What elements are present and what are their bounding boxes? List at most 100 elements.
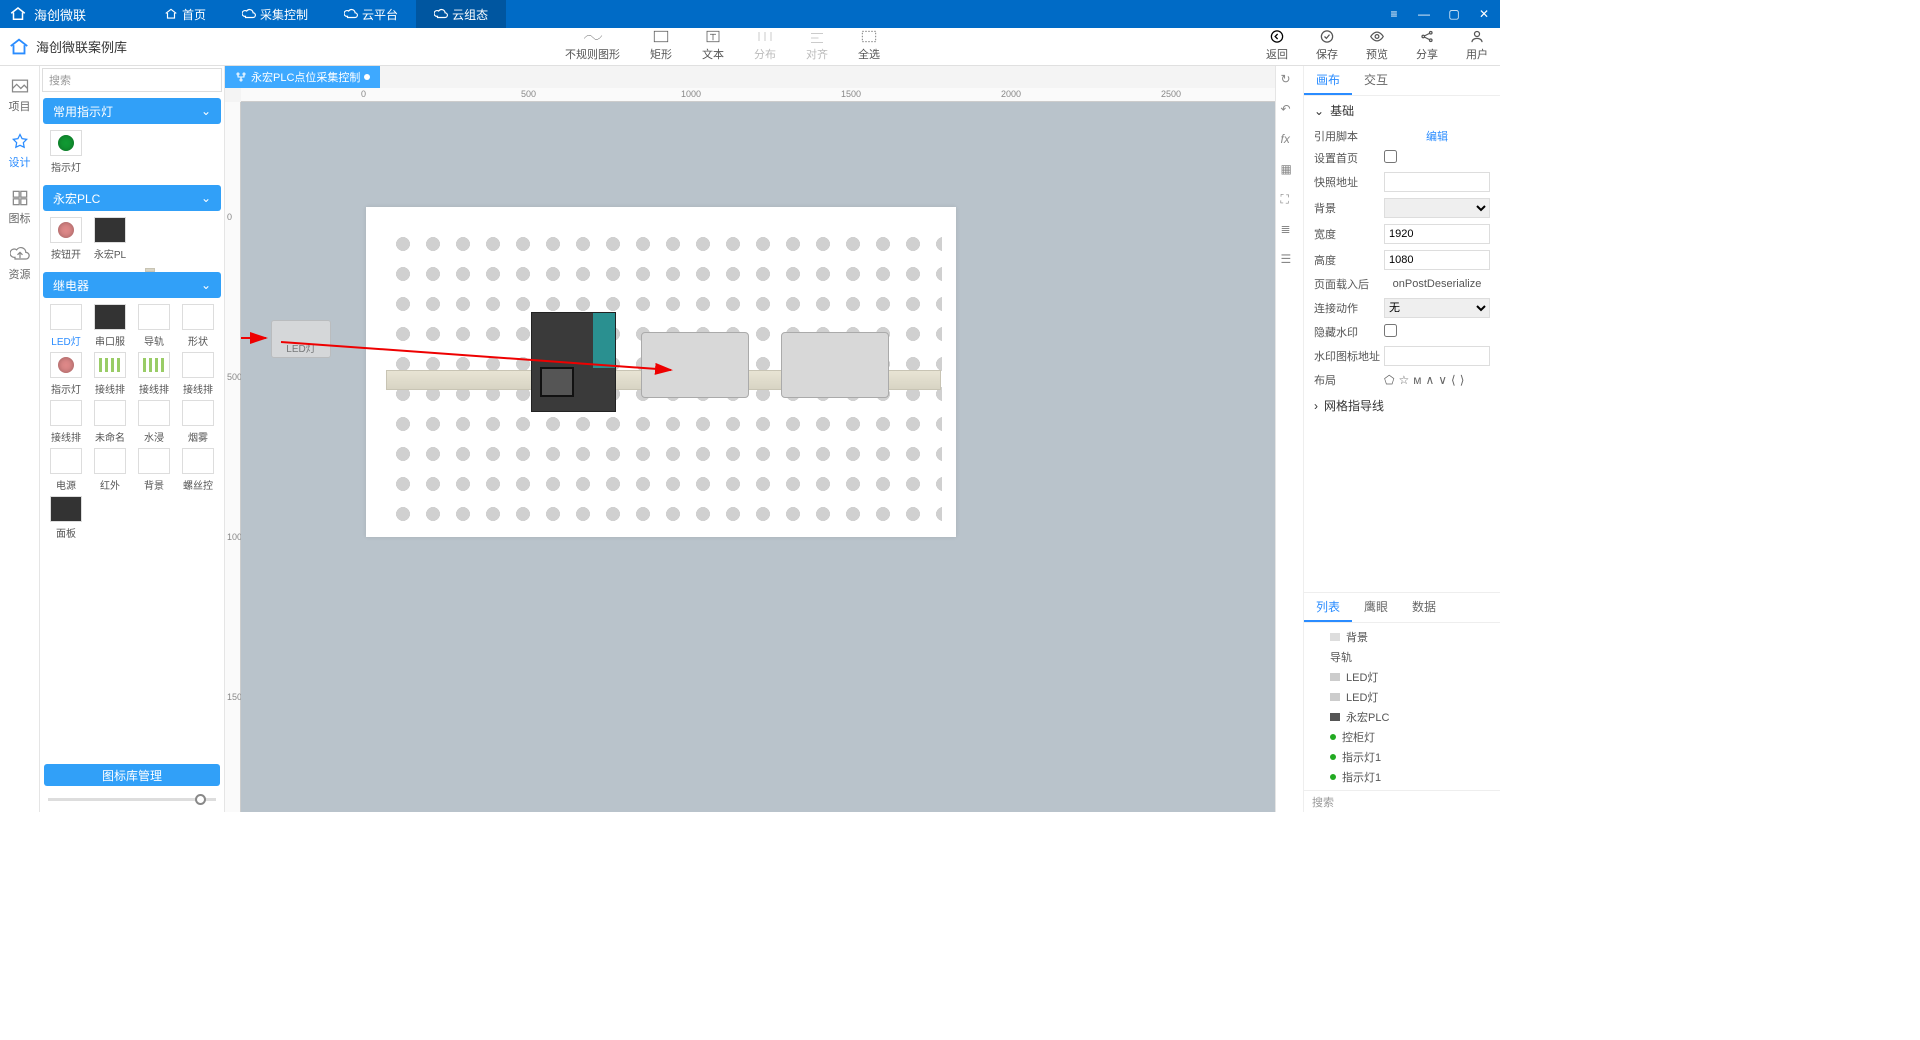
lib-thumb-icon: [50, 496, 82, 522]
lib-thumb-icon: [94, 304, 126, 330]
tool-distribute[interactable]: 分布: [754, 29, 776, 65]
onload-value[interactable]: onPostDeserialize: [1393, 278, 1482, 290]
lowtab-list[interactable]: 列表: [1304, 593, 1352, 622]
hidewm-checkbox[interactable]: [1384, 324, 1397, 337]
lib-item[interactable]: 电源: [46, 448, 86, 492]
tool-rect[interactable]: 矩形: [650, 29, 672, 65]
lib-item[interactable]: 螺丝控: [178, 448, 218, 492]
layers-icon[interactable]: ≣: [1281, 222, 1299, 240]
lib-item[interactable]: 接线排: [178, 352, 218, 396]
grid-toggle-icon[interactable]: ▦: [1281, 162, 1299, 180]
tool-share[interactable]: 分享: [1416, 29, 1438, 65]
rect-icon: [651, 29, 671, 44]
lib-item[interactable]: 接线排: [134, 352, 174, 396]
lib-item[interactable]: LED灯: [46, 304, 86, 348]
lib-item[interactable]: 烟雾: [178, 400, 218, 444]
lib-button[interactable]: 按钮开: [46, 217, 86, 261]
wmurl-input[interactable]: [1384, 346, 1490, 366]
grid-icon: [10, 188, 30, 208]
tool-text[interactable]: 文本: [702, 29, 724, 65]
menu-home[interactable]: 首页: [146, 0, 224, 28]
lib-item[interactable]: 未命名: [90, 400, 130, 444]
distribute-icon: [755, 29, 775, 44]
width-input[interactable]: [1384, 224, 1490, 244]
tree-node[interactable]: 背景: [1312, 627, 1492, 647]
category-relay[interactable]: 继电器 ⌄: [43, 272, 221, 298]
tree-node[interactable]: 指示灯1: [1312, 767, 1492, 787]
height-input[interactable]: [1384, 250, 1490, 270]
fullscreen-icon[interactable]: ⛶: [1281, 192, 1299, 210]
lib-item[interactable]: 导轨: [134, 304, 174, 348]
tree-search[interactable]: 搜索: [1304, 790, 1500, 812]
rail-design[interactable]: 设计: [9, 132, 31, 170]
menu-icon[interactable]: ≡: [1386, 6, 1402, 22]
tool-user[interactable]: 用户: [1466, 29, 1488, 65]
tool-save[interactable]: 保存: [1316, 29, 1338, 65]
tab-interact[interactable]: 交互: [1352, 66, 1400, 95]
library-manage-button[interactable]: 图标库管理: [44, 764, 220, 786]
undo-icon[interactable]: ↶: [1281, 102, 1299, 120]
homepage-checkbox[interactable]: [1384, 150, 1397, 163]
tree-node[interactable]: 控柜灯: [1312, 727, 1492, 747]
connaction-select[interactable]: 无: [1384, 298, 1490, 318]
rail-icons[interactable]: 图标: [9, 188, 31, 226]
background-select[interactable]: [1384, 198, 1490, 218]
tree-node[interactable]: 指示灯1: [1312, 747, 1492, 767]
tree-node[interactable]: LED灯: [1312, 667, 1492, 687]
star-icon: [10, 132, 30, 152]
tree-node[interactable]: LED灯: [1312, 687, 1492, 707]
lib-item[interactable]: 接线排: [46, 400, 86, 444]
lib-item[interactable]: 接线排: [90, 352, 130, 396]
lib-item[interactable]: 红外: [90, 448, 130, 492]
lib-item[interactable]: 形状: [178, 304, 218, 348]
led-box-2[interactable]: [781, 332, 889, 398]
section-basic[interactable]: ⌄ 基础: [1304, 96, 1500, 125]
menu-cloud[interactable]: 云平台: [326, 0, 416, 28]
zoom-slider[interactable]: [40, 790, 224, 812]
drag-ghost[interactable]: LED灯: [271, 320, 331, 358]
minimize-icon[interactable]: —: [1416, 6, 1432, 22]
lib-plc[interactable]: 永宏PL: [90, 217, 130, 261]
right-panel: ↻ ↶ fx ▦ ⛶ ≣ ☰ 画布 交互 ⌄ 基础 引用脚本编辑 设置首页 快照…: [1275, 66, 1500, 812]
node-mark-icon: [1330, 754, 1336, 760]
rail-assets[interactable]: 资源: [9, 244, 31, 282]
lib-item[interactable]: 水浸: [134, 400, 174, 444]
sidebar-search[interactable]: 搜索: [42, 68, 222, 92]
menu-collect[interactable]: 采集控制: [224, 0, 326, 28]
tool-selectall[interactable]: 全选: [858, 29, 880, 65]
maximize-icon[interactable]: ▢: [1446, 6, 1462, 22]
plc-device[interactable]: [531, 312, 616, 412]
node-mark-icon: [1330, 734, 1336, 740]
layout-icons[interactable]: ⬠☆ᴍ∧∨⟨⟩: [1384, 373, 1490, 387]
fx-icon[interactable]: fx: [1281, 132, 1299, 150]
tool-preview[interactable]: 预览: [1366, 29, 1388, 65]
rail-project[interactable]: 项目: [9, 76, 31, 114]
category-plc[interactable]: 永宏PLC ⌄: [43, 185, 221, 211]
tool-irregular[interactable]: 不规则图形: [565, 29, 620, 65]
lib-item[interactable]: 指示灯: [46, 352, 86, 396]
lib-indicator[interactable]: 指示灯: [46, 130, 86, 174]
lowtab-eagle[interactable]: 鹰眼: [1352, 593, 1400, 622]
led-box-1[interactable]: [641, 332, 749, 398]
tab-canvas[interactable]: 画布: [1304, 66, 1352, 95]
tree-node[interactable]: 导轨: [1312, 647, 1492, 667]
tree-node[interactable]: 永宏PLC: [1312, 707, 1492, 727]
refresh-icon[interactable]: ↻: [1281, 72, 1299, 90]
lib-item[interactable]: 面板: [46, 496, 86, 540]
tool-back[interactable]: 返回: [1266, 29, 1288, 65]
lib-item[interactable]: 串口服: [90, 304, 130, 348]
lib-item[interactable]: 背景: [134, 448, 174, 492]
lowtab-data[interactable]: 数据: [1400, 593, 1448, 622]
library-title: 海创微联案例库: [36, 37, 127, 56]
list-icon[interactable]: ☰: [1281, 252, 1299, 270]
close-icon[interactable]: ✕: [1476, 6, 1492, 22]
menu-scada[interactable]: 云组态: [416, 0, 506, 28]
cloud-download-icon: [242, 7, 256, 21]
canvas-tab[interactable]: 永宏PLC点位采集控制: [225, 66, 380, 88]
category-indicator[interactable]: 常用指示灯 ⌄: [43, 98, 221, 124]
canvas-stage[interactable]: LED灯: [241, 102, 1275, 812]
tool-align[interactable]: 对齐: [806, 29, 828, 65]
snapshot-input[interactable]: [1384, 172, 1490, 192]
edit-script-link[interactable]: 编辑: [1426, 131, 1448, 143]
section-gridguide[interactable]: › 网格指导线: [1304, 391, 1500, 420]
